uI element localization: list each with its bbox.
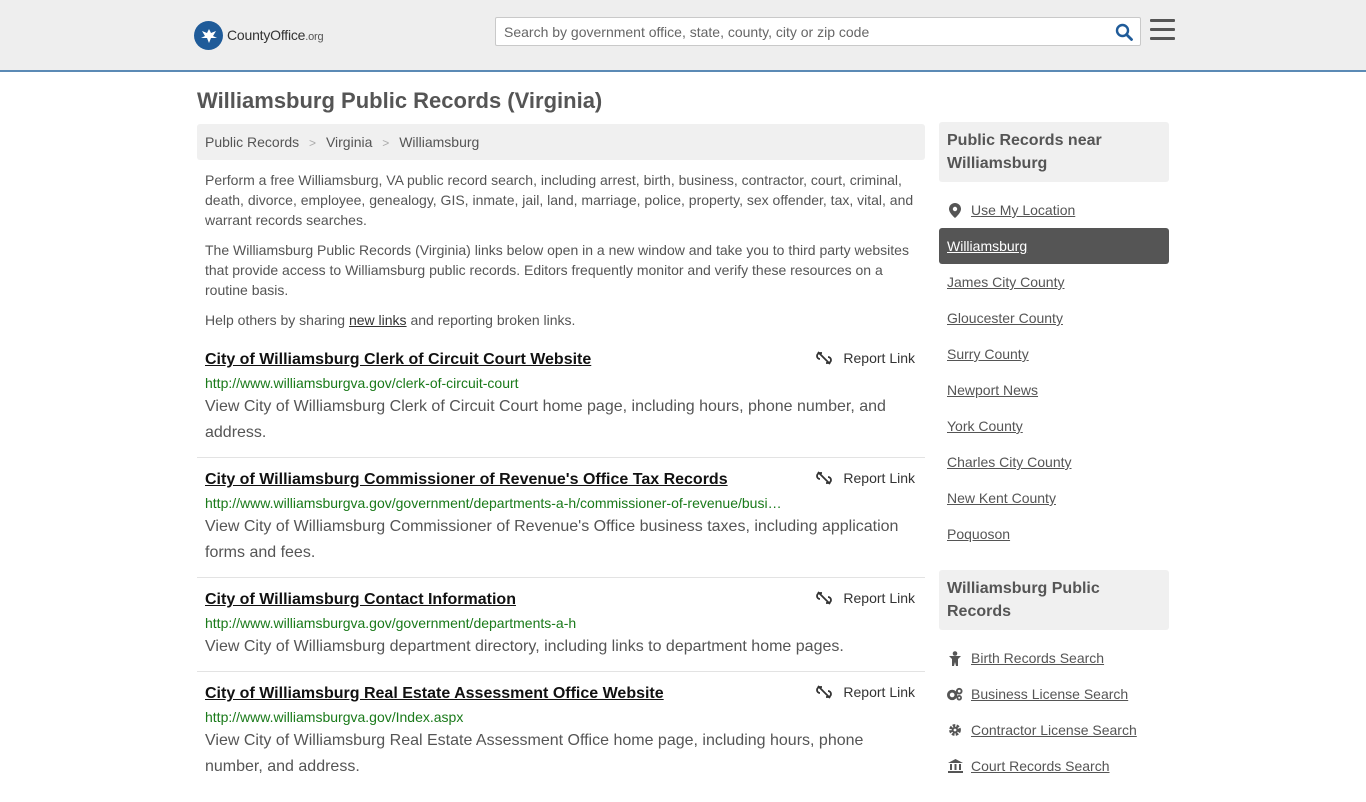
search-box: [495, 17, 1141, 46]
breadcrumb-public-records[interactable]: Public Records: [205, 134, 299, 150]
breadcrumb-separator: >: [309, 136, 317, 150]
record-title-link[interactable]: City of Williamsburg Commissioner of Rev…: [205, 468, 917, 491]
intro-paragraph: Perform a free Williamsburg, VA public r…: [205, 172, 914, 228]
report-link-label: Report Link: [843, 684, 915, 700]
site-logo[interactable]: CountyOffice.org: [194, 20, 324, 50]
sidebar-item-birth-records[interactable]: Birth Records Search: [939, 640, 1169, 676]
record-title-link[interactable]: City of Williamsburg Clerk of Circuit Co…: [205, 348, 917, 371]
record-url: http://www.williamsburgva.gov/government…: [205, 615, 577, 631]
local-records-heading: Williamsburg Public Records: [939, 570, 1169, 630]
breadcrumb-virginia[interactable]: Virginia: [326, 134, 372, 150]
baby-icon: [947, 650, 963, 666]
local-records-list: Birth Records Search Business License Se…: [939, 640, 1169, 784]
sidebar-item-label[interactable]: Contractor License Search: [971, 722, 1137, 738]
gear-icon: [947, 723, 963, 737]
search-button[interactable]: [1114, 22, 1134, 42]
report-link-label: Report Link: [843, 350, 915, 366]
record-url: http://www.williamsburgva.gov/clerk-of-c…: [205, 375, 519, 391]
broken-link-icon: [816, 471, 833, 485]
sidebar-item-williamsburg[interactable]: Williamsburg: [939, 228, 1169, 264]
nearby-list: Use My Location Williamsburg James City …: [939, 192, 1169, 552]
sidebar-item-contractor-license[interactable]: Contractor License Search: [939, 712, 1169, 748]
sidebar-item-label[interactable]: Gloucester County: [947, 310, 1063, 326]
use-my-location-link[interactable]: Use My Location: [971, 202, 1075, 218]
breadcrumb: Public Records > Virginia > Williamsburg: [197, 124, 925, 160]
breadcrumb-separator: >: [382, 136, 390, 150]
records-list: City of Williamsburg Clerk of Circuit Co…: [197, 348, 925, 791]
nearby-records-heading: Public Records near Williamsburg: [939, 122, 1169, 182]
sidebar-item-label[interactable]: Newport News: [947, 382, 1038, 398]
sidebar-item-gloucester-county[interactable]: Gloucester County: [939, 300, 1169, 336]
record-item: City of Williamsburg Clerk of Circuit Co…: [197, 348, 925, 458]
record-item: City of Williamsburg Commissioner of Rev…: [197, 468, 925, 578]
record-title-link[interactable]: City of Williamsburg Real Estate Assessm…: [205, 682, 917, 705]
sidebar-item-label[interactable]: Birth Records Search: [971, 650, 1104, 666]
record-item: City of Williamsburg Contact Information…: [197, 588, 925, 672]
sidebar-item-label[interactable]: Business License Search: [971, 686, 1128, 702]
broken-link-icon: [816, 591, 833, 605]
report-link-label: Report Link: [843, 590, 915, 606]
report-link-button[interactable]: Report Link: [816, 470, 915, 486]
report-link-button[interactable]: Report Link: [816, 684, 915, 700]
sidebar-item-label[interactable]: Surry County: [947, 346, 1029, 362]
sidebar-item-poquoson[interactable]: Poquoson: [939, 516, 1169, 552]
hamburger-menu-icon[interactable]: [1150, 19, 1175, 42]
search-input[interactable]: [496, 18, 1106, 45]
help-text: Help others by sharing: [205, 312, 346, 328]
sidebar-item-label[interactable]: Charles City County: [947, 454, 1072, 470]
sidebar-item-surry-county[interactable]: Surry County: [939, 336, 1169, 372]
use-my-location-item[interactable]: Use My Location: [939, 192, 1169, 228]
search-icon: [1115, 23, 1133, 41]
eagle-logo-icon: [194, 20, 223, 50]
report-link-label: Report Link: [843, 470, 915, 486]
sidebar-item-label[interactable]: New Kent County: [947, 490, 1056, 506]
breadcrumb-williamsburg[interactable]: Williamsburg: [399, 134, 479, 150]
help-text-suffix: and reporting broken links.: [410, 312, 576, 328]
broken-link-icon: [816, 685, 833, 699]
broken-link-icon: [816, 351, 833, 365]
logo-text: CountyOffice.org: [227, 27, 324, 43]
record-description: View City of Williamsburg Real Estate As…: [205, 732, 864, 775]
help-paragraph: Help others by sharing new links and rep…: [197, 310, 925, 330]
sidebar-item-court-records[interactable]: Court Records Search: [939, 748, 1169, 784]
sidebar-item-label[interactable]: Court Records Search: [971, 758, 1110, 774]
sidebar-item-label[interactable]: Williamsburg: [947, 238, 1027, 254]
sidebar-item-james-city-county[interactable]: James City County: [939, 264, 1169, 300]
record-description: View City of Williamsburg department dir…: [205, 638, 844, 655]
sidebar-item-charles-city-county[interactable]: Charles City County: [939, 444, 1169, 480]
new-links-link[interactable]: new links: [349, 312, 407, 328]
sidebar-item-york-county[interactable]: York County: [939, 408, 1169, 444]
sidebar-item-label[interactable]: James City County: [947, 274, 1064, 290]
record-description: View City of Williamsburg Commissioner o…: [205, 518, 899, 561]
report-link-button[interactable]: Report Link: [816, 590, 915, 606]
sidebar-item-newport-news[interactable]: Newport News: [939, 372, 1169, 408]
courthouse-icon: [947, 759, 963, 773]
record-description: View City of Williamsburg Clerk of Circu…: [205, 398, 886, 441]
sidebar-item-new-kent-county[interactable]: New Kent County: [939, 480, 1169, 516]
gears-icon: [947, 687, 963, 701]
record-url: http://www.williamsburgva.gov/Index.aspx: [205, 709, 464, 725]
map-pin-icon: [947, 202, 963, 218]
sidebar-item-label[interactable]: York County: [947, 418, 1023, 434]
record-url: http://www.williamsburgva.gov/government…: [205, 495, 782, 511]
sidebar-item-label[interactable]: Poquoson: [947, 526, 1010, 542]
report-link-button[interactable]: Report Link: [816, 350, 915, 366]
sidebar: Public Records near Williamsburg Use My …: [939, 122, 1169, 802]
sidebar-item-business-license[interactable]: Business License Search: [939, 676, 1169, 712]
main-content: Perform a free Williamsburg, VA public r…: [197, 170, 925, 801]
site-header: CountyOffice.org: [0, 0, 1366, 72]
disclaimer-paragraph: The Williamsburg Public Records (Virgini…: [205, 242, 909, 298]
record-item: City of Williamsburg Real Estate Assessm…: [197, 682, 925, 791]
record-title-link[interactable]: City of Williamsburg Contact Information: [205, 588, 917, 611]
page-title: Williamsburg Public Records (Virginia): [197, 88, 603, 113]
